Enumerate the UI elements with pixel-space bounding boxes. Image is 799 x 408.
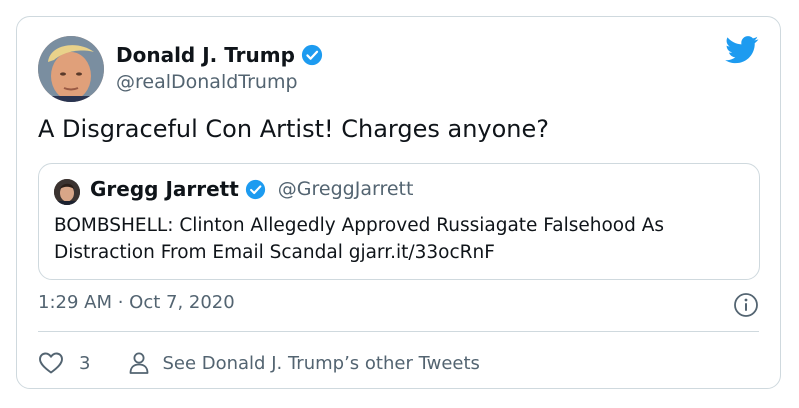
tweet-text: A Disgraceful Con Artist! Charges anyone… bbox=[38, 115, 550, 143]
quoted-name-row: Gregg Jarrett @GreggJarrett bbox=[90, 177, 413, 201]
author-name-row: Donald J. Trump bbox=[116, 43, 323, 67]
verified-badge-icon bbox=[301, 44, 323, 66]
tweet-card: Donald J. Trump @realDonaldTrump A Disgr… bbox=[16, 16, 781, 389]
quoted-handle[interactable]: @GreggJarrett bbox=[278, 178, 414, 200]
quoted-tweet[interactable]: Gregg Jarrett @GreggJarrett BOMBSHELL: C… bbox=[38, 163, 760, 280]
person-icon[interactable] bbox=[128, 351, 150, 375]
see-other-tweets-link[interactable]: See Donald J. Trump’s other Tweets bbox=[162, 353, 479, 374]
divider bbox=[38, 331, 759, 332]
quoted-display-name[interactable]: Gregg Jarrett bbox=[90, 177, 239, 201]
tweet-timestamp[interactable]: 1:29 AM · Oct 7, 2020 bbox=[38, 292, 235, 313]
author-avatar-image bbox=[38, 36, 104, 102]
heart-icon[interactable] bbox=[38, 351, 64, 375]
quoted-tweet-text: BOMBSHELL: Clinton Allegedly Approved Ru… bbox=[54, 215, 665, 263]
like-count[interactable]: 3 bbox=[79, 353, 90, 374]
author-display-name[interactable]: Donald J. Trump bbox=[116, 43, 295, 67]
quoted-author-avatar[interactable] bbox=[54, 179, 80, 205]
verified-badge-icon bbox=[245, 179, 265, 199]
twitter-bird-icon[interactable] bbox=[725, 36, 759, 64]
tweet-actions: 3 See Donald J. Trump’s other Tweets bbox=[38, 348, 480, 378]
info-icon[interactable] bbox=[733, 292, 759, 318]
author-avatar[interactable] bbox=[38, 36, 104, 102]
quoted-author-avatar-image bbox=[54, 179, 80, 205]
author-handle[interactable]: @realDonaldTrump bbox=[116, 71, 298, 93]
